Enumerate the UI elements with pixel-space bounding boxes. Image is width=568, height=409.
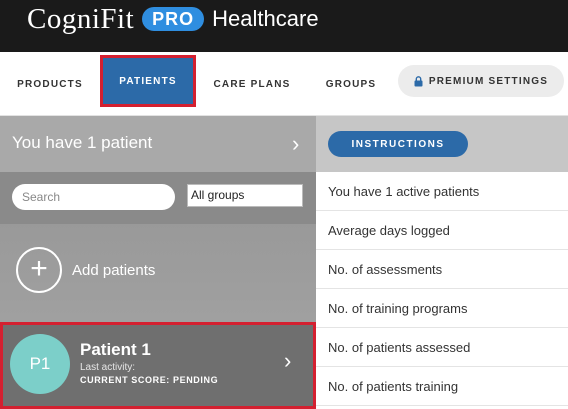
- stats-panel: INSTRUCTIONS You have 1 active patients …: [316, 116, 568, 409]
- nav-tab-groups[interactable]: GROUPS: [315, 52, 387, 116]
- instructions-button[interactable]: INSTRUCTIONS: [328, 131, 468, 157]
- patient-name: Patient 1: [80, 340, 151, 359]
- search-input[interactable]: Search: [12, 184, 175, 210]
- main-nav: PRODUCTS PATIENTS CARE PLANS GROUPS PREM…: [0, 52, 568, 116]
- add-patients-row[interactable]: + Add patients: [0, 224, 316, 324]
- pro-badge: PRO: [142, 7, 205, 31]
- premium-settings-button[interactable]: PREMIUM SETTINGS: [398, 65, 564, 97]
- group-filter-select[interactable]: All groups: [187, 184, 303, 207]
- premium-settings-label: PREMIUM SETTINGS: [428, 75, 549, 87]
- add-patients-label: Add patients: [72, 262, 156, 279]
- lock-icon: [414, 75, 423, 86]
- stats-list: You have 1 active patients Average days …: [316, 172, 568, 406]
- product-name: Healthcare: [212, 6, 319, 31]
- list-item: Average days logged: [316, 211, 568, 250]
- patient-count-text: You have 1 patient: [12, 133, 153, 152]
- patient-last-activity: Last activity:: [80, 362, 136, 373]
- list-item: You have 1 active patients: [316, 172, 568, 211]
- chevron-right-icon: ›: [292, 131, 300, 156]
- brand-logo[interactable]: CogniFit PRO Healthcare: [27, 4, 319, 34]
- instructions-bar: INSTRUCTIONS: [316, 116, 568, 172]
- app-header: CogniFit PRO Healthcare: [0, 0, 568, 52]
- patient-score: CURRENT SCORE: PENDING: [80, 375, 219, 385]
- search-placeholder: Search: [22, 190, 61, 204]
- filter-row: Search All groups: [0, 172, 316, 224]
- list-item: No. of patients training: [316, 367, 568, 406]
- patient-list-item[interactable]: P1 Patient 1 Last activity: CURRENT SCOR…: [0, 322, 316, 409]
- patient-count-row[interactable]: You have 1 patient ›: [0, 116, 316, 172]
- chevron-right-icon: ›: [284, 348, 292, 373]
- plus-icon: +: [16, 247, 62, 293]
- avatar: P1: [10, 334, 70, 394]
- nav-tab-products[interactable]: PRODUCTS: [0, 52, 100, 116]
- list-item: No. of assessments: [316, 250, 568, 289]
- logo-text: CogniFit: [27, 3, 135, 35]
- nav-tab-patients[interactable]: PATIENTS: [100, 55, 196, 107]
- list-item: No. of patients assessed: [316, 328, 568, 367]
- patients-panel: You have 1 patient › Search All groups +…: [0, 116, 316, 409]
- list-item: No. of training programs: [316, 289, 568, 328]
- nav-tab-care-plans[interactable]: CARE PLANS: [205, 52, 299, 116]
